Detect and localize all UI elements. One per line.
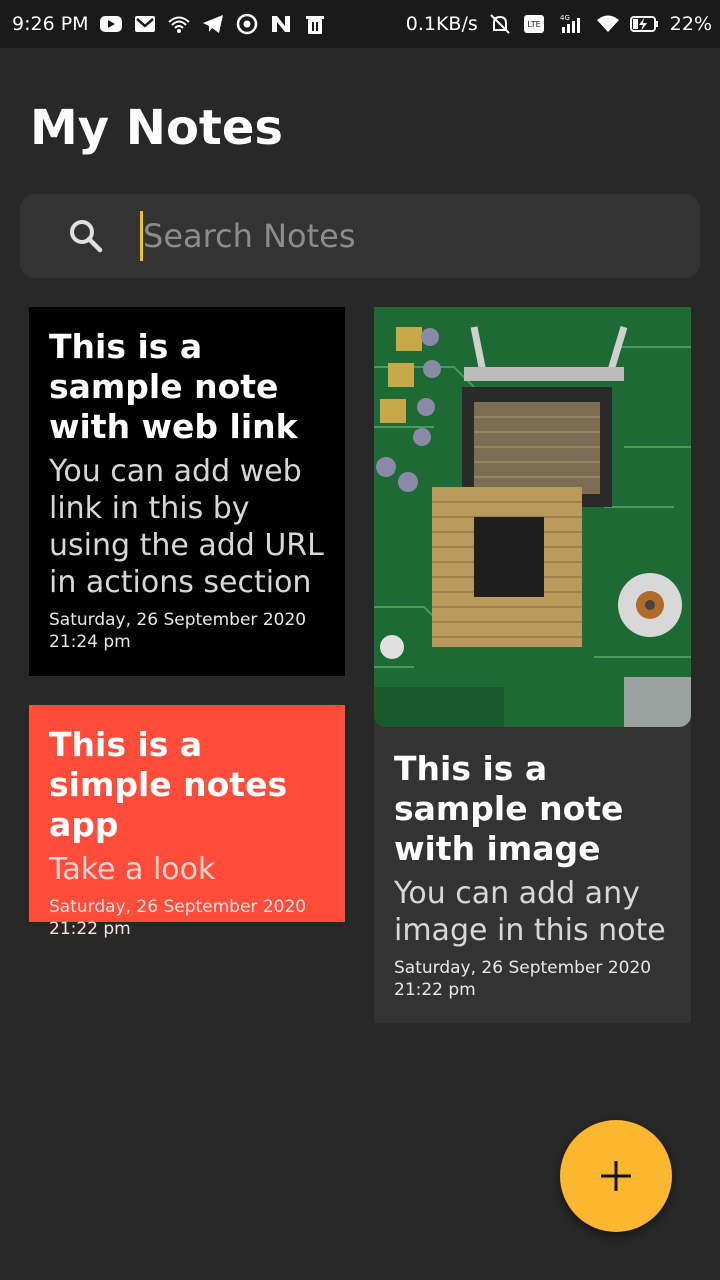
note-date: Saturday, 26 September 2020 21:24 pm [49, 609, 325, 653]
volte-icon: LTE [522, 13, 546, 35]
plus-icon [601, 1161, 631, 1191]
wifi-icon [596, 13, 620, 35]
note-date-day: Saturday, 26 September 2020 [394, 958, 652, 978]
note-date: Saturday, 26 September 2020 21:22 pm [394, 957, 671, 1001]
note-card[interactable]: This is a simple notes app Take a look S… [29, 705, 345, 939]
status-bar: 9:26 PM 0.1KB/s LTE 4G 22% [0, 0, 720, 48]
note-date: Saturday, 26 September 2020 21:22 pm [49, 896, 325, 940]
gmail-icon [133, 13, 157, 35]
youtube-icon [99, 13, 123, 35]
note-title: This is a simple notes app [49, 725, 288, 844]
alarm-off-icon [488, 13, 512, 35]
search-input[interactable] [140, 211, 660, 261]
search-icon [70, 220, 103, 253]
note-date-time: 21:22 pm [49, 919, 131, 939]
whatsapp-icon [235, 13, 259, 35]
note-card[interactable]: This is a sample note with image You can… [374, 307, 691, 1023]
note-title: This is a sample note with image [394, 749, 624, 868]
n-app-icon [269, 13, 293, 35]
delete-icon [303, 13, 327, 35]
page-title: My Notes [30, 100, 283, 156]
battery-level: 22% [669, 13, 712, 35]
battery-charging-icon [629, 13, 660, 35]
note-title: This is a sample note with web link [49, 327, 298, 446]
add-note-button[interactable] [560, 1120, 672, 1232]
svg-text:LTE: LTE [527, 20, 540, 29]
note-date-day: Saturday, 26 September 2020 [49, 610, 307, 630]
search-bar[interactable] [20, 194, 700, 278]
note-subtitle: You can add any image in this note [394, 876, 666, 948]
note-image [374, 307, 691, 727]
note-subtitle: You can add web link in this by using th… [49, 454, 324, 600]
note-subtitle: Take a look [49, 852, 216, 887]
network-type: 4G [560, 14, 570, 22]
net-speed: 0.1KB/s [405, 13, 478, 35]
note-date-day: Saturday, 26 September 2020 [49, 897, 307, 917]
wifi-hotspot-icon [167, 13, 191, 35]
note-card[interactable]: This is a sample note with web link You … [29, 307, 345, 676]
status-time: 9:26 PM [12, 13, 89, 35]
telegram-icon [201, 13, 225, 35]
signal-icon: 4G [556, 13, 586, 35]
note-date-time: 21:24 pm [49, 632, 131, 652]
note-date-time: 21:22 pm [394, 980, 476, 1000]
